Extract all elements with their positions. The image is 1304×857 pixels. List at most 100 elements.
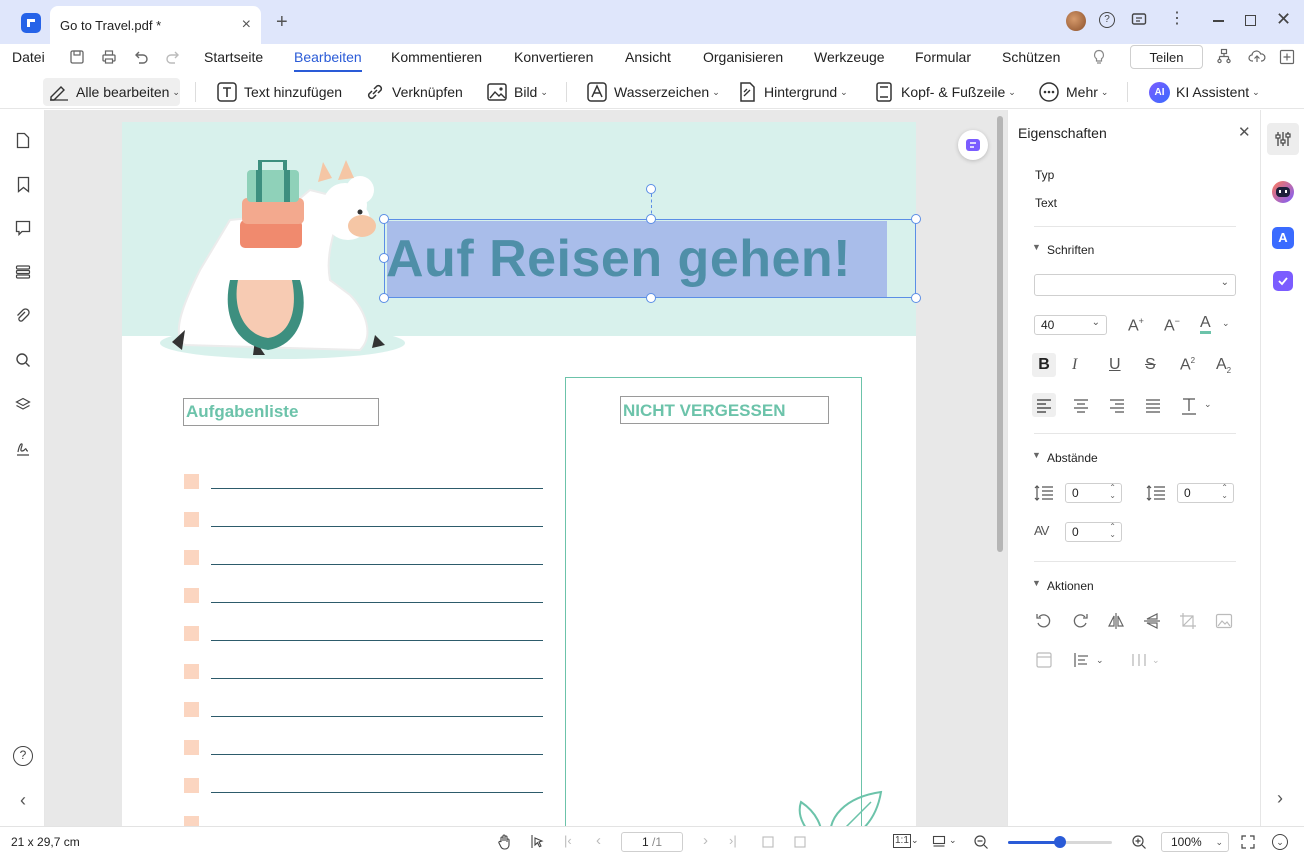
tasks-check-icon[interactable] <box>1273 271 1293 291</box>
menu-kommentieren[interactable]: Kommentieren <box>391 49 482 65</box>
menu-startseite[interactable]: Startseite <box>204 49 263 65</box>
view-mode-icon[interactable] <box>932 835 946 849</box>
hand-tool-icon[interactable] <box>498 834 512 850</box>
fit-page-icon[interactable] <box>793 835 807 849</box>
minimize-icon[interactable] <box>1213 20 1224 22</box>
strikethrough-icon[interactable]: S <box>1145 356 1156 374</box>
justify-icon[interactable] <box>1141 393 1165 417</box>
chevron-down-icon[interactable]: ⌄ <box>1152 655 1160 666</box>
resize-handle[interactable] <box>646 293 656 303</box>
document-title[interactable]: Auf Reisen gehen! <box>386 228 906 290</box>
ai-robot-icon[interactable] <box>1272 181 1294 203</box>
lightbulb-icon[interactable] <box>1092 49 1106 65</box>
menu-konvertieren[interactable]: Konvertieren <box>514 49 593 65</box>
redo-icon[interactable] <box>165 49 181 65</box>
collapse-right-icon[interactable]: › <box>1277 788 1283 809</box>
add-text-button[interactable]: Text hinzufügen <box>216 78 342 106</box>
workflow-icon[interactable] <box>1216 48 1232 64</box>
line-spacing-input[interactable]: 0 ⌃ ⌄ <box>1065 483 1122 503</box>
select-tool-icon[interactable] <box>530 834 544 850</box>
todo-checkbox[interactable] <box>184 740 199 755</box>
save-icon[interactable] <box>69 49 85 65</box>
todo-checkbox[interactable] <box>184 626 199 641</box>
resize-handle[interactable] <box>911 214 921 224</box>
chevron-down-icon[interactable]: ⌄ <box>1222 318 1230 329</box>
todo-checkbox[interactable] <box>184 550 199 565</box>
italic-icon[interactable]: I <box>1072 356 1077 374</box>
layers-list-icon[interactable] <box>13 262 33 282</box>
flip-vertical-icon[interactable] <box>1143 612 1161 630</box>
resize-handle[interactable] <box>379 293 389 303</box>
edit-all-button[interactable]: Alle bearbeiten ⌄ <box>43 78 180 106</box>
maximize-icon[interactable] <box>1245 15 1256 26</box>
todo-checkbox[interactable] <box>184 664 199 679</box>
page-layout-icon[interactable]: 1:1 <box>893 834 911 848</box>
signature-icon[interactable] <box>13 438 33 458</box>
background-button[interactable]: Hintergrund ⌄ <box>736 78 848 106</box>
rotate-handle[interactable] <box>646 184 656 194</box>
superscript-icon[interactable]: A2 <box>1180 356 1195 374</box>
actions-section-toggle[interactable]: ▼ <box>1032 578 1041 588</box>
more-options-icon[interactable]: ⋮ <box>1169 11 1185 27</box>
todo-checkbox[interactable] <box>184 816 199 826</box>
help-circle-icon[interactable]: ? <box>13 746 33 766</box>
zoom-slider-thumb[interactable] <box>1054 836 1066 848</box>
align-center-icon[interactable] <box>1069 393 1093 417</box>
rotate-page-icon[interactable] <box>761 835 775 849</box>
subscript-icon[interactable]: A2 <box>1216 356 1231 375</box>
watermark-button[interactable]: Wasserzeichen ⌄ <box>586 78 720 106</box>
crop-icon[interactable] <box>1179 612 1197 630</box>
menu-file[interactable]: Datei <box>12 49 45 65</box>
resize-handle[interactable] <box>646 214 656 224</box>
chevron-down-icon[interactable]: ⌄ <box>949 835 957 846</box>
align-left-icon[interactable] <box>1032 393 1056 417</box>
fullscreen-icon[interactable] <box>1241 835 1255 849</box>
align-objects-icon[interactable] <box>1073 651 1091 669</box>
extract-image-icon[interactable] <box>1035 651 1053 669</box>
close-window-icon[interactable]: ✕ <box>1276 10 1291 28</box>
pdf-page[interactable]: Auf Reisen gehen! Aufgabenliste NICHT VE… <box>122 122 921 826</box>
print-icon[interactable] <box>101 49 117 65</box>
todo-checkbox[interactable] <box>184 588 199 603</box>
last-page-icon[interactable]: ›| <box>729 833 737 848</box>
image-button[interactable]: Bild ⌄ <box>486 78 548 106</box>
bookmark-icon[interactable] <box>13 174 33 194</box>
properties-tab-icon[interactable] <box>1267 123 1299 155</box>
menu-werkzeuge[interactable]: Werkzeuge <box>814 49 885 65</box>
translate-icon[interactable]: A <box>1272 227 1294 249</box>
todo-checkbox[interactable] <box>184 778 199 793</box>
avatar[interactable] <box>1066 11 1086 31</box>
menu-ansicht[interactable]: Ansicht <box>625 49 671 65</box>
document-canvas[interactable]: Auf Reisen gehen! Aufgabenliste NICHT VE… <box>45 110 1007 826</box>
cloud-upload-icon[interactable] <box>1248 48 1266 64</box>
todo-checkbox[interactable] <box>184 474 199 489</box>
font-color-icon[interactable]: A <box>1200 315 1211 334</box>
search-icon[interactable] <box>13 350 33 370</box>
todo-checkbox[interactable] <box>184 702 199 717</box>
vertical-scrollbar[interactable] <box>997 116 1003 552</box>
chevron-down-icon[interactable]: ⌄ <box>1096 655 1104 666</box>
close-tab-icon[interactable]: × <box>242 17 251 33</box>
distribute-objects-icon[interactable] <box>1130 651 1148 669</box>
replace-image-icon[interactable] <box>1215 612 1233 630</box>
resize-handle[interactable] <box>379 253 389 263</box>
zoom-select[interactable]: 100% ⌄ <box>1161 832 1229 852</box>
expand-status-icon[interactable]: ⌄ <box>1272 834 1288 850</box>
close-panel-icon[interactable]: ✕ <box>1238 123 1251 141</box>
attachment-icon[interactable] <box>13 306 33 326</box>
text-direction-icon[interactable] <box>1177 393 1201 417</box>
paragraph-spacing-input[interactable]: 0 ⌃ ⌄ <box>1177 483 1234 503</box>
page-thumbnail-icon[interactable] <box>13 130 33 150</box>
resize-handle[interactable] <box>911 293 921 303</box>
feedback-icon[interactable] <box>1131 12 1147 28</box>
undo-icon[interactable] <box>133 49 149 65</box>
collapse-left-icon[interactable]: ‹ <box>13 790 33 810</box>
first-page-icon[interactable]: |‹ <box>564 833 572 848</box>
char-spacing-input[interactable]: 0 ⌃ ⌄ <box>1065 522 1122 542</box>
align-right-icon[interactable] <box>1105 393 1129 417</box>
document-tab[interactable]: Go to Travel.pdf * × <box>50 6 261 44</box>
ai-assistant-button[interactable]: AI KI Assistent ⌄ <box>1149 78 1260 106</box>
todo-checkbox[interactable] <box>184 512 199 527</box>
next-page-icon[interactable]: › <box>703 832 708 849</box>
rotate-left-icon[interactable] <box>1035 612 1053 630</box>
